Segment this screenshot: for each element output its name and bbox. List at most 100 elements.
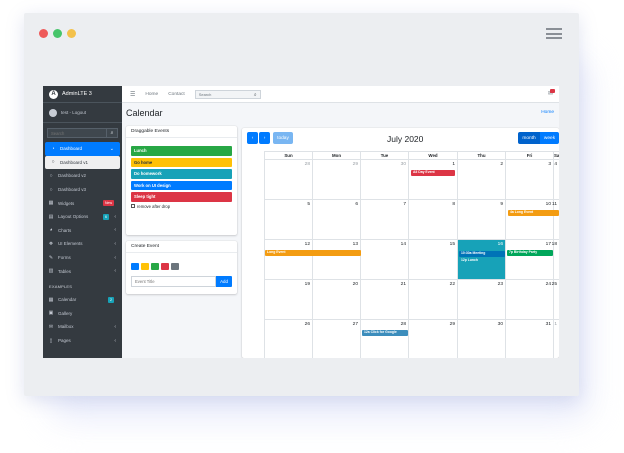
day-cell[interactable]: 20 (313, 280, 361, 320)
user-panel: test - Logout (43, 103, 122, 123)
calendar-event[interactable]: 10:30a Meeting (459, 251, 505, 257)
day-cell[interactable]: 27 (313, 320, 361, 358)
window-dot-red[interactable] (39, 29, 48, 38)
sidebar-item-gallery[interactable]: ▣ Gallery (43, 307, 122, 321)
search-icon[interactable]: ⌕ (107, 128, 118, 138)
search-icon[interactable]: ⌕ (254, 92, 257, 98)
sidebar-item-pages[interactable]: ▯ Pages ‹ (43, 334, 122, 348)
add-event-button[interactable]: Add (216, 276, 232, 287)
next-month-button[interactable]: › (259, 132, 270, 144)
day-cell[interactable]: 30 (361, 160, 409, 200)
day-cell[interactable]: 29 (313, 160, 361, 200)
sidebar-item-mailbox[interactable]: ✉ Mailbox ‹ (43, 320, 122, 334)
sidebar-item-dashboard-v3[interactable]: ○ Dashboard v3 (43, 183, 122, 197)
envelope-icon: ✉ (48, 323, 54, 330)
color-swatch[interactable] (151, 263, 159, 270)
day-cell[interactable]: 19 (265, 280, 313, 320)
color-swatch[interactable] (171, 263, 179, 270)
month-view-button[interactable]: month (518, 132, 540, 144)
day-cell[interactable]: 23 (458, 280, 506, 320)
calendar-event[interactable]: Long Event (265, 250, 361, 256)
sidebar-item-tables[interactable]: ▥ Tables ‹ (43, 264, 122, 278)
color-swatch[interactable] (161, 263, 169, 270)
day-cell[interactable]: 17 (506, 240, 554, 280)
day-cell[interactable]: 26 (265, 320, 313, 358)
today-button[interactable]: today (273, 132, 293, 144)
day-cell[interactable]: 14 (361, 240, 409, 280)
color-swatch[interactable] (141, 263, 149, 270)
sidebar-item-dashboard-v1[interactable]: ○ Dashboard v1 (45, 155, 120, 170)
day-cell[interactable]: 6 (313, 200, 361, 240)
day-cell[interactable]: 3 (506, 160, 554, 200)
sidebar-item-label: Calendar (58, 297, 77, 303)
calendar-event[interactable]: All Day Event (411, 170, 455, 176)
day-cell[interactable]: 15 (409, 240, 458, 280)
day-cell[interactable]: 18 (552, 240, 559, 280)
remove-after-drop[interactable]: remove after drop (131, 204, 232, 209)
day-cell[interactable]: 7 (361, 200, 409, 240)
day-cell[interactable]: 2 (458, 160, 506, 200)
chevron-icon: ‹ (114, 254, 116, 261)
sidebar-toggle-icon[interactable]: ☰ (130, 91, 135, 98)
day-cell[interactable]: 1 (409, 160, 458, 200)
external-event[interactable]: Do homework (131, 169, 232, 179)
sidebar-item-dashboard-v2[interactable]: ○ Dashboard v2 (43, 169, 122, 183)
navbar-search-input[interactable]: Search ⌕ (194, 89, 261, 99)
day-number: 8 (452, 202, 455, 207)
sidebar-item-ui-elements[interactable]: ❖ UI Elements ‹ (43, 237, 122, 251)
day-cell[interactable]: 10 (506, 200, 554, 240)
sidebar-item-label: Widgets (58, 200, 75, 206)
day-cell[interactable]: 25 (552, 280, 559, 320)
window-dot-yellow[interactable] (67, 29, 76, 38)
notifications-icon[interactable]: ✉ (548, 89, 555, 97)
day-cell[interactable]: 4 (554, 160, 559, 200)
week-view-button[interactable]: week (540, 132, 559, 144)
day-cell[interactable]: 28 (265, 160, 313, 200)
event-title-input[interactable] (131, 276, 216, 287)
day-cell[interactable]: 11 (552, 200, 559, 240)
sidebar-item-widgets[interactable]: ▦ Widgets New (43, 196, 122, 210)
day-cell[interactable]: 5 (265, 200, 313, 240)
sidebar-item-layout-options[interactable]: ▤ Layout Options 6 ‹ (43, 210, 122, 224)
day-cell[interactable]: 24 (506, 280, 554, 320)
calendar-event[interactable]: 12p Lunch (459, 258, 505, 264)
color-swatch[interactable] (131, 263, 139, 270)
chevron-icon: ⌄ (109, 145, 114, 152)
nav-home-link[interactable]: Home (145, 92, 158, 97)
external-event[interactable]: Lunch (131, 146, 232, 156)
day-cell[interactable]: 22 (409, 280, 458, 320)
calendar-event[interactable]: 12a Click for Google (362, 330, 408, 336)
calendar-event[interactable]: 4a Long Event (508, 210, 559, 216)
day-number: 6 (355, 202, 358, 207)
day-cell[interactable]: 9 (458, 200, 506, 240)
nav-contact-link[interactable]: Contact (168, 92, 185, 97)
day-cell[interactable]: 8 (409, 200, 458, 240)
day-number: 12 (304, 242, 310, 247)
adminlte-logo-icon: A (49, 89, 58, 99)
prev-month-button[interactable]: ‹ (247, 132, 258, 144)
remove-checkbox[interactable] (131, 204, 135, 208)
day-cell[interactable]: 30 (458, 320, 506, 358)
sidebar-search-input[interactable] (47, 128, 107, 138)
external-event[interactable]: Go home (131, 157, 232, 167)
sidebar-item-forms[interactable]: ✎ Forms ‹ (43, 251, 122, 265)
brand[interactable]: A AdminLTE 3 (43, 86, 122, 103)
user-link[interactable]: test - Logout (61, 110, 86, 115)
sidebar-item-charts[interactable]: ◕ Charts ‹ (43, 224, 122, 238)
day-cell[interactable]: 21 (361, 280, 409, 320)
day-cell[interactable]: 29 (409, 320, 458, 358)
sidebar-item-dashboard[interactable]: ◔ Dashboard ⌄ (45, 142, 120, 156)
external-event[interactable]: Sleep tight (131, 192, 232, 202)
color-chooser (131, 263, 237, 270)
sidebar-item-calendar[interactable]: ▦ Calendar 2 (43, 293, 122, 307)
day-cell[interactable]: 1 (554, 320, 559, 358)
hamburger-menu-icon[interactable] (546, 28, 562, 39)
day-cell[interactable]: 28 (361, 320, 409, 358)
window-dot-green[interactable] (53, 29, 62, 38)
calendar-event[interactable]: 7p Birthday Party (507, 250, 553, 256)
day-cell[interactable]: 13 (313, 240, 361, 280)
breadcrumb[interactable]: Home (541, 110, 554, 115)
external-event[interactable]: Work on UI design (131, 180, 232, 190)
day-cell[interactable]: 31 (506, 320, 554, 358)
day-cell[interactable]: 12 (265, 240, 313, 280)
